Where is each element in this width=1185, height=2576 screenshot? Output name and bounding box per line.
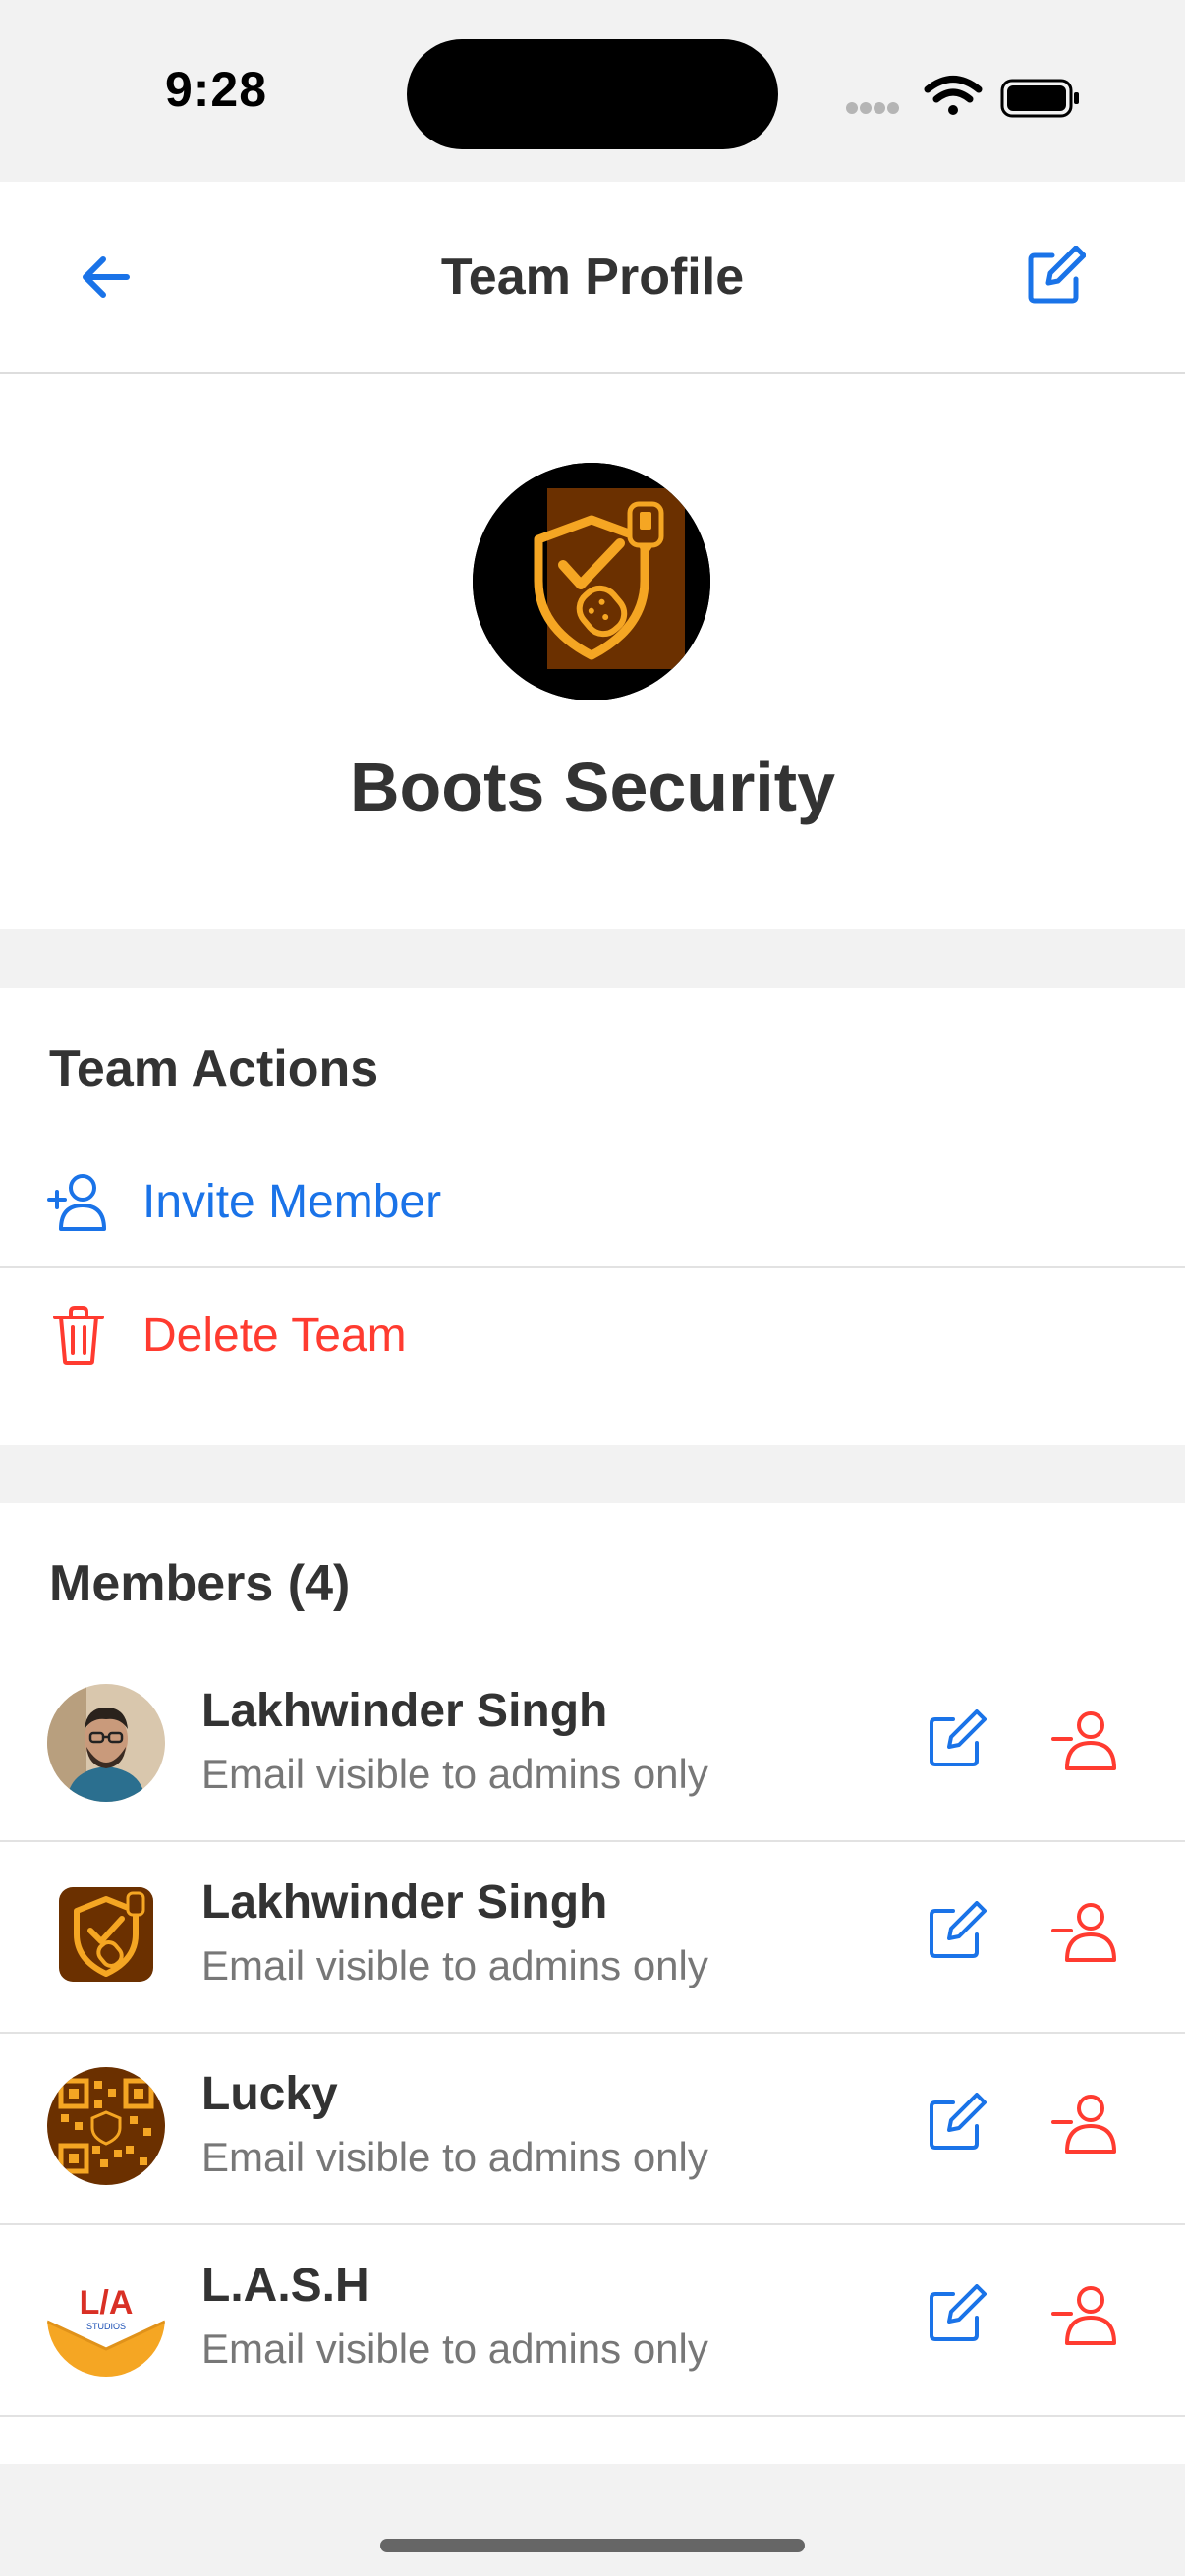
edit-member-icon[interactable]	[924, 2093, 987, 2156]
member-name: L.A.S.H	[201, 2260, 369, 2312]
qr-pattern-avatar	[47, 2067, 165, 2185]
member-subtitle: Email visible to admins only	[201, 1942, 708, 1988]
home-indicator[interactable]	[380, 2539, 805, 2552]
member-subtitle: Email visible to admins only	[201, 2134, 708, 2180]
team-header: Boots Security	[0, 374, 1185, 929]
page-title: Team Profile	[440, 249, 745, 306]
remove-member-icon[interactable]	[1049, 1901, 1120, 1964]
member-row[interactable]: Lakhwinder Singh Email visible to admins…	[0, 1649, 1185, 1840]
divider	[0, 2415, 1185, 2417]
person-add-icon	[47, 1174, 106, 1231]
invite-member-label: Invite Member	[142, 1176, 442, 1228]
member-row[interactable]: Lakhwinder Singh Email visible to admins…	[0, 1840, 1185, 2032]
invite-member-button[interactable]: Invite Member	[0, 1136, 1185, 1268]
svg-text:L/A: L/A	[80, 2284, 134, 2322]
status-time: 9:28	[164, 62, 268, 117]
remove-member-icon[interactable]	[1049, 1709, 1120, 1772]
lash-logo-avatar: L/A STUDIOS	[47, 2259, 165, 2377]
delete-team-button[interactable]: Delete Team	[0, 1269, 1185, 1402]
remove-member-icon[interactable]	[1049, 2093, 1120, 2156]
nav-bar: Team Profile	[0, 182, 1185, 374]
status-icons	[843, 69, 1084, 124]
status-bar: 9:28	[0, 0, 1185, 182]
battery-icon	[1000, 79, 1079, 118]
arrow-left-icon	[83, 256, 130, 298]
trash-icon	[53, 1306, 104, 1365]
edit-team-button[interactable]	[1020, 243, 1089, 311]
remove-member-icon[interactable]	[1049, 2284, 1120, 2347]
shield-logo-avatar	[47, 1876, 165, 1993]
wifi-icon	[924, 76, 983, 115]
edit-member-icon[interactable]	[924, 2284, 987, 2347]
member-name: Lakhwinder Singh	[201, 1876, 608, 1929]
photo-avatar	[47, 1684, 165, 1802]
team-logo	[473, 463, 710, 700]
dynamic-island	[407, 39, 778, 149]
member-subtitle: Email visible to admins only	[201, 1751, 708, 1797]
team-actions-section: Team Actions Invite Member Delete Team	[0, 988, 1185, 1445]
member-row[interactable]: L/A STUDIOS L.A.S.H Email visible to adm…	[0, 2223, 1185, 2415]
back-button[interactable]	[71, 243, 140, 311]
members-section: Members (4) Lakhwinder Singh Email visib…	[0, 1503, 1185, 2464]
team-name: Boots Security	[350, 749, 835, 825]
svg-text:STUDIOS: STUDIOS	[86, 2322, 126, 2331]
edit-square-icon	[1028, 246, 1086, 304]
members-title: Members (4)	[49, 1555, 351, 1612]
shield-check-boot-icon	[473, 463, 710, 700]
edit-member-icon[interactable]	[924, 1709, 987, 1772]
member-row[interactable]: Lucky Email visible to admins only	[0, 2032, 1185, 2223]
edit-member-icon[interactable]	[924, 1901, 987, 1964]
member-subtitle: Email visible to admins only	[201, 2325, 708, 2372]
team-actions-title: Team Actions	[49, 1040, 379, 1097]
member-name: Lakhwinder Singh	[201, 1685, 608, 1737]
member-name: Lucky	[201, 2068, 338, 2120]
delete-team-label: Delete Team	[142, 1310, 407, 1362]
divider	[0, 1266, 1185, 1268]
cellular-signal-icon	[846, 102, 899, 114]
